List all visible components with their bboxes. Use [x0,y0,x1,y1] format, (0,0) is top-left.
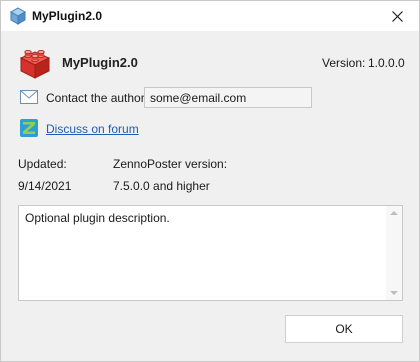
zennoposter-version-label: ZennoPoster version: [113,157,228,171]
version-value: 1.0.0.0 [368,56,405,70]
discuss-on-forum-link[interactable]: Discuss on forum [46,122,139,136]
scroll-down-arrow-icon[interactable] [390,291,398,295]
version-label: Version: [322,56,366,70]
author-email-field[interactable] [144,87,312,108]
plugin-description-box[interactable]: Optional plugin description. [18,205,403,301]
plugin-description-text: Optional plugin description. [25,211,170,225]
close-button[interactable] [375,1,419,31]
ok-button[interactable]: OK [285,315,403,343]
plugin-brick-logo [17,44,53,80]
zennolab-forum-icon [20,119,38,137]
contact-author-label: Contact the author: [46,91,149,105]
cube-icon [9,7,27,25]
plugin-name: MyPlugin2.0 [62,55,138,70]
title-bar: MyPlugin2.0 [1,1,419,31]
envelope-icon [20,90,38,104]
updated-date: 9/14/2021 [18,179,72,193]
description-scrollbar[interactable] [386,206,402,300]
scroll-up-arrow-icon[interactable] [390,211,398,215]
close-icon [391,10,403,22]
zennoposter-version-value: 7.5.0.0 and higher [113,179,210,193]
updated-label: Updated: [18,157,67,171]
plugin-info-dialog: MyPlugin2.0 MyPlugin2.0 Version: 1.0.0.0 [0,0,420,362]
window-title: MyPlugin2.0 [32,9,103,23]
